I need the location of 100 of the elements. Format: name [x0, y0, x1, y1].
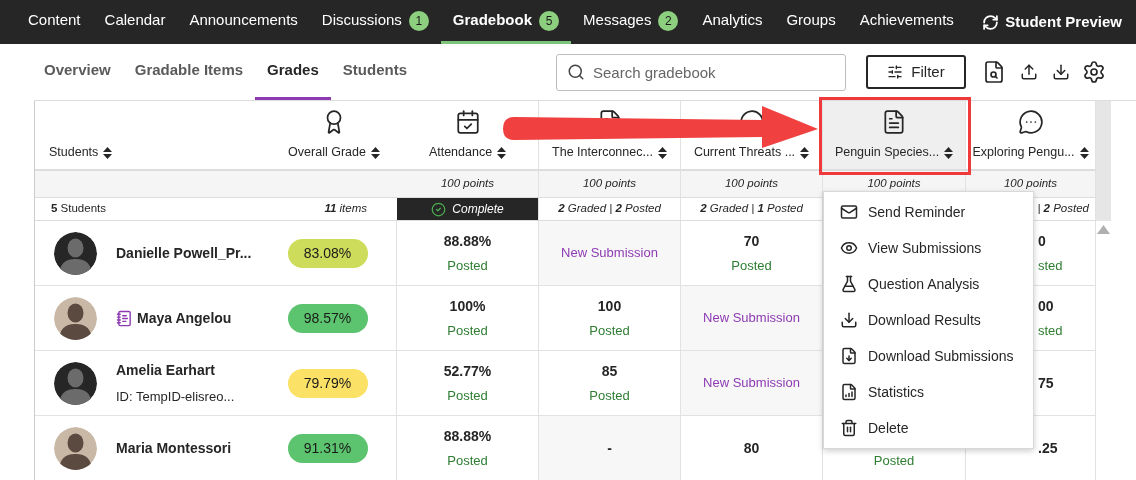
nav-tab[interactable]: Announcements	[177, 0, 310, 44]
sort-icon[interactable]	[370, 146, 380, 159]
points-label: 100 points	[1003, 176, 1058, 192]
grade-value: 100%	[449, 296, 486, 316]
sort-icon[interactable]	[1079, 146, 1089, 159]
grade-value: 88.88%	[443, 426, 492, 446]
points-label: 100 points	[582, 176, 637, 192]
student-name[interactable]: Danielle Powell_Pr...	[116, 242, 252, 264]
filter-button[interactable]: Filter	[866, 55, 966, 89]
nav-label: Calendar	[104, 10, 166, 31]
upload-icon[interactable]	[1020, 63, 1038, 81]
nav-label: Groups	[786, 10, 836, 31]
nav-tab[interactable]: Discussions 1	[309, 0, 441, 44]
trash-icon	[840, 419, 858, 437]
sub-tab[interactable]: Grades	[255, 44, 331, 100]
column-title[interactable]: Exploring Pengu...	[972, 143, 1075, 162]
nav-tab[interactable]: Messages 2	[571, 0, 691, 44]
grade-pill[interactable]: 83.08%	[287, 238, 368, 268]
grade-pill[interactable]: 98.57%	[287, 303, 368, 333]
nav-label: Announcements	[189, 10, 298, 31]
file-download-icon	[840, 347, 858, 365]
download-icon	[840, 311, 858, 329]
note-icon	[116, 309, 133, 327]
grade-value: 85	[601, 361, 618, 381]
points-label: 100 points	[440, 176, 495, 192]
grade-pill[interactable]: 91.31%	[287, 433, 368, 463]
status-text: Posted	[873, 451, 915, 470]
menu-item[interactable]: Question Analysis	[824, 266, 1033, 302]
column-title[interactable]: Students	[49, 143, 99, 162]
column-title[interactable]: Current Threats ...	[693, 143, 796, 162]
points-label: 100 points	[867, 176, 921, 192]
student-name[interactable]: Maya Angelou	[116, 307, 232, 329]
nav-label: Messages	[583, 10, 652, 31]
sort-icon[interactable]	[944, 146, 954, 159]
grade-value: 0	[1038, 231, 1046, 251]
nav-label: Content	[28, 10, 81, 31]
nav-tab[interactable]: Achievements	[847, 0, 966, 44]
sort-icon[interactable]	[103, 146, 113, 159]
sort-icon[interactable]	[497, 146, 507, 159]
nav-tab[interactable]: Gradebook 5	[440, 0, 572, 44]
eye-icon	[840, 239, 858, 257]
grade-value: 52.77%	[443, 361, 492, 381]
chart-file-icon	[840, 383, 858, 401]
menu-item[interactable]: Download Results	[824, 302, 1033, 338]
status-text: sted	[1038, 256, 1063, 275]
points-label: 100 points	[724, 176, 779, 192]
grade-value: 80	[743, 438, 760, 458]
column-title[interactable]: Attendance	[428, 143, 493, 162]
nav-tab[interactable]: Analytics	[690, 0, 775, 44]
sub-tab[interactable]: Students	[330, 44, 419, 100]
status-text: Posted	[447, 321, 488, 340]
status-text: Posted	[447, 451, 488, 470]
grade-value: .25	[1038, 438, 1058, 458]
status-text: Posted	[589, 386, 630, 405]
count-badge: 5	[539, 10, 560, 31]
student-name[interactable]: Maria Montessori	[116, 437, 232, 459]
download-icon[interactable]	[1052, 63, 1070, 81]
count-badge: 1	[408, 10, 429, 31]
student-id: ID: TempID-elisreo...	[116, 387, 235, 406]
summary-text: 2 Graded | 2 Posted	[558, 201, 661, 217]
grade-value: 100	[597, 296, 622, 316]
status-text: Posted	[447, 386, 488, 405]
nav-tab[interactable]: Groups	[774, 0, 848, 44]
calendar-icon	[454, 109, 481, 136]
search-icon	[567, 62, 585, 81]
column-title[interactable]: The Interconnec...	[552, 143, 653, 162]
nav-label: Achievements	[859, 10, 954, 31]
menu-item[interactable]: Send Reminder	[824, 194, 1033, 230]
sub-tab[interactable]: Gradable Items	[122, 44, 256, 100]
column-title[interactable]: Overall Grade	[288, 143, 366, 162]
nav-label: Gradebook	[452, 10, 533, 31]
status-text: Posted	[447, 256, 488, 275]
summary-text: 5 Students	[51, 201, 106, 217]
settings-icon[interactable]	[1082, 60, 1106, 84]
nav-tab[interactable]: Content	[16, 0, 93, 44]
grade-value: 88.88%	[443, 231, 492, 251]
menu-item[interactable]: Download Submissions	[824, 338, 1033, 374]
summary-text: 2 Graded | 1 Posted	[700, 201, 803, 217]
sort-icon[interactable]	[800, 146, 810, 159]
summary-text: Complete	[452, 201, 504, 218]
grade-value: 75	[1038, 373, 1054, 393]
menu-item[interactable]: View Submissions	[824, 230, 1033, 266]
flask-icon	[840, 275, 858, 293]
sort-icon[interactable]	[657, 146, 667, 159]
nav-tab[interactable]: Calendar	[92, 0, 178, 44]
count-badge: 2	[658, 10, 679, 31]
nav-label: Discussions	[321, 10, 402, 31]
status-text: Posted	[589, 321, 630, 340]
grade-value: 00	[1038, 296, 1054, 316]
menu-item[interactable]: Delete	[824, 410, 1033, 446]
sub-tab[interactable]: Overview	[32, 44, 123, 100]
report-search-icon[interactable]	[982, 60, 1006, 84]
menu-item[interactable]: Statistics	[824, 374, 1033, 410]
status-text: sted	[1038, 321, 1063, 340]
nav-label: Analytics	[702, 10, 763, 31]
search-field[interactable]: Search gradebook	[556, 53, 846, 91]
student-preview-button[interactable]: Student Preview	[982, 0, 1136, 44]
empty-grade: -	[607, 438, 612, 458]
grade-pill[interactable]: 79.79%	[287, 368, 368, 398]
student-name[interactable]: Amelia Earhart	[116, 359, 235, 381]
